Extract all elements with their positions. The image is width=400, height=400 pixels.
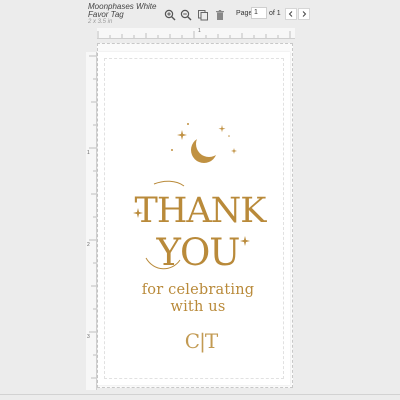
duplicate-icon[interactable] [196,8,210,22]
heading-you: YOU [156,231,240,274]
ruler-label: 3 [87,334,90,340]
horizontal-ruler: 1 [97,28,295,39]
document-size: 2 x 3.5 in [88,19,113,25]
ruler-label: 2 [87,242,90,248]
chevron-right-icon [302,11,307,17]
ruler-label: 1 [198,28,201,34]
page-label: Page [236,10,253,17]
prev-page-button[interactable] [285,8,297,20]
heading-thank: THANK [135,191,268,231]
divider [0,394,400,395]
chevron-left-icon [288,11,293,17]
page-number-input[interactable]: 1 [251,7,267,19]
monogram[interactable]: C|T [176,328,226,354]
crescent-moon-icon[interactable] [160,122,240,174]
page-count: of 1 [269,10,281,17]
toolbar: Moonphases White Favor Tag 2 x 3.5 in Pa… [0,0,400,28]
vertical-ruler: 1 2 3 [86,52,97,390]
zoom-out-icon[interactable] [179,8,193,22]
tagline-line-2: with us [170,299,226,315]
thank-you-heading[interactable]: THANK YOU [128,180,268,275]
document-title: Moonphases White Favor Tag [88,2,157,19]
tagline-line-1: for celebrating [141,282,255,298]
zoom-in-icon[interactable] [163,8,177,22]
card-tagline[interactable]: for celebrating with us [118,282,278,316]
trash-icon[interactable] [213,8,227,22]
next-page-button[interactable] [298,8,310,20]
ruler-label: 1 [87,150,90,156]
